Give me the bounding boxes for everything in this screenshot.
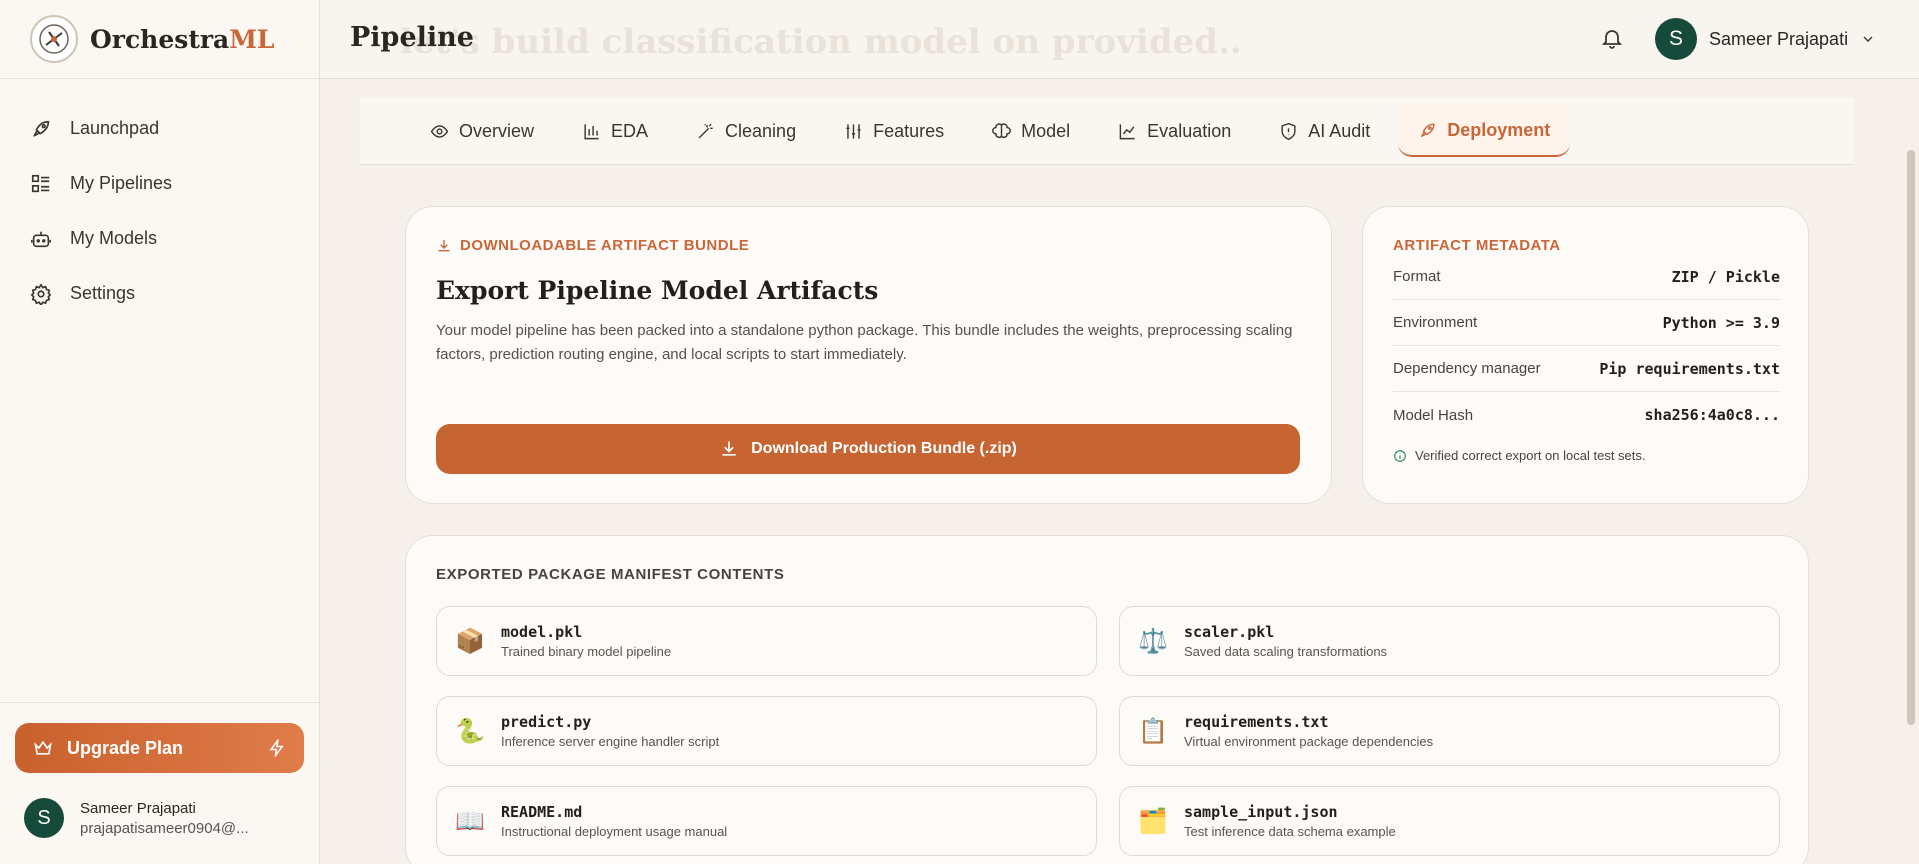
top-header: let's build classification model on prov… bbox=[320, 0, 1919, 79]
manifest-file-requirements[interactable]: 📋 requirements.txt Virtual environment pa… bbox=[1119, 696, 1780, 766]
export-title: Export Pipeline Model Artifacts bbox=[436, 276, 879, 305]
chevron-down-icon bbox=[1863, 36, 1873, 42]
metadata-row: Dependency manager Pip requirements.txt bbox=[1393, 346, 1780, 392]
download-bundle-button[interactable]: Download Production Bundle (.zip) bbox=[436, 424, 1300, 474]
manifest-file-model[interactable]: 📦 model.pkl Trained binary model pipeline bbox=[436, 606, 1097, 676]
tab-evaluation[interactable]: Evaluation bbox=[1098, 105, 1251, 157]
gear-icon bbox=[30, 282, 52, 305]
robot-icon bbox=[31, 231, 51, 247]
export-kicker: DOWNLOADABLE ARTIFACT BUNDLE bbox=[436, 237, 1303, 254]
download-icon bbox=[438, 239, 450, 251]
orchestra-logo-icon bbox=[30, 15, 78, 63]
folder-icon: 🗂️ bbox=[1138, 807, 1168, 835]
sidebar-nav: Launchpad My Pipelines My Models Setting… bbox=[0, 79, 319, 321]
header-user-name: Sameer Prajapati bbox=[1709, 28, 1849, 49]
export-artifacts-card: DOWNLOADABLE ARTIFACT BUNDLE Export Pipe… bbox=[405, 206, 1332, 504]
eye-icon bbox=[430, 124, 449, 138]
export-description: Your model pipeline has been packed into… bbox=[436, 322, 1293, 363]
verified-note: Verified correct export on local test se… bbox=[1393, 448, 1780, 463]
rocket-icon bbox=[33, 120, 50, 137]
manifest-card: EXPORTED PACKAGE MANIFEST CONTENTS 📦 mod… bbox=[405, 535, 1809, 864]
tab-deployment[interactable]: Deployment bbox=[1398, 105, 1571, 157]
info-icon bbox=[1394, 449, 1406, 462]
tab-features[interactable]: Features bbox=[824, 105, 964, 157]
upgrade-plan-button[interactable]: Upgrade Plan bbox=[15, 723, 304, 773]
sidebar-item-my-models[interactable]: My Models bbox=[0, 211, 319, 266]
user-name: Sameer Prajapati bbox=[80, 799, 196, 817]
brand[interactable]: OrchestraML bbox=[0, 0, 319, 79]
tab-eda[interactable]: EDA bbox=[562, 105, 668, 157]
package-icon: 📦 bbox=[455, 627, 485, 655]
rocket-icon bbox=[1421, 122, 1435, 137]
clipboard-icon: 📋 bbox=[1138, 717, 1168, 745]
user-email: prajapatisameer0904@... bbox=[80, 819, 249, 837]
book-icon: 📖 bbox=[455, 807, 485, 835]
tab-ai-audit[interactable]: AI Audit bbox=[1259, 105, 1390, 157]
pipeline-tabs: Overview EDA Cleaning Features Model Eva… bbox=[360, 98, 1854, 165]
notification-bell-icon[interactable] bbox=[1600, 26, 1624, 55]
scales-icon: ⚖️ bbox=[1138, 627, 1168, 655]
brain-icon bbox=[992, 122, 1011, 138]
metadata-row: Environment Python >= 3.9 bbox=[1393, 300, 1780, 346]
manifest-heading: EXPORTED PACKAGE MANIFEST CONTENTS bbox=[436, 566, 785, 583]
artifact-metadata-card: ARTIFACT METADATA Format ZIP / Pickle Env… bbox=[1362, 206, 1809, 504]
metadata-heading: ARTIFACT METADATA bbox=[1393, 237, 1561, 254]
manifest-file-readme[interactable]: 📖 README.md Instructional deployment usag… bbox=[436, 786, 1097, 856]
manifest-file-scaler[interactable]: ⚖️ scaler.pkl Saved data scaling transfor… bbox=[1119, 606, 1780, 676]
sidebar-divider bbox=[0, 702, 320, 703]
manifest-file-sample-input[interactable]: 🗂️ sample_input.json Test inference data … bbox=[1119, 786, 1780, 856]
manifest-file-predict[interactable]: 🐍 predict.py Inference server engine hand… bbox=[436, 696, 1097, 766]
metadata-row: Format ZIP / Pickle bbox=[1393, 254, 1780, 300]
sidebar-item-launchpad[interactable]: Launchpad bbox=[0, 101, 319, 156]
manifest-file-grid: 📦 model.pkl Trained binary model pipeline… bbox=[436, 606, 1780, 856]
tab-overview[interactable]: Overview bbox=[410, 105, 554, 157]
page-title: Pipeline bbox=[350, 22, 474, 53]
crown-icon bbox=[34, 740, 52, 755]
metadata-row: Model Hash sha256:4a0c8... bbox=[1393, 406, 1780, 424]
tab-cleaning[interactable]: Cleaning bbox=[676, 105, 816, 157]
line-chart-icon bbox=[1119, 123, 1135, 139]
scrollbar[interactable] bbox=[1907, 150, 1915, 725]
brand-name: OrchestraML bbox=[90, 24, 275, 54]
sliders-icon bbox=[846, 123, 861, 139]
sidebar-item-settings[interactable]: Settings bbox=[0, 266, 319, 321]
python-icon: 🐍 bbox=[455, 717, 485, 745]
wand-icon bbox=[698, 123, 713, 138]
background-prompt-text: let's build classification model on prov… bbox=[400, 22, 1242, 62]
list-icon bbox=[31, 174, 50, 192]
bar-chart-icon bbox=[584, 123, 599, 139]
avatar: S bbox=[1655, 18, 1697, 60]
sidebar-user[interactable]: S Sameer Prajapati prajapatisameer0904@.… bbox=[24, 798, 249, 838]
header-user-menu[interactable]: S Sameer Prajapati bbox=[1655, 18, 1876, 60]
sidebar: OrchestraML Launchpad My Pipelines My Mo… bbox=[0, 0, 320, 864]
sidebar-item-my-pipelines[interactable]: My Pipelines bbox=[0, 156, 319, 211]
download-icon bbox=[722, 441, 736, 456]
tab-model[interactable]: Model bbox=[972, 105, 1090, 157]
avatar: S bbox=[24, 798, 64, 838]
shield-icon bbox=[1281, 122, 1296, 140]
lightning-icon bbox=[269, 739, 284, 757]
